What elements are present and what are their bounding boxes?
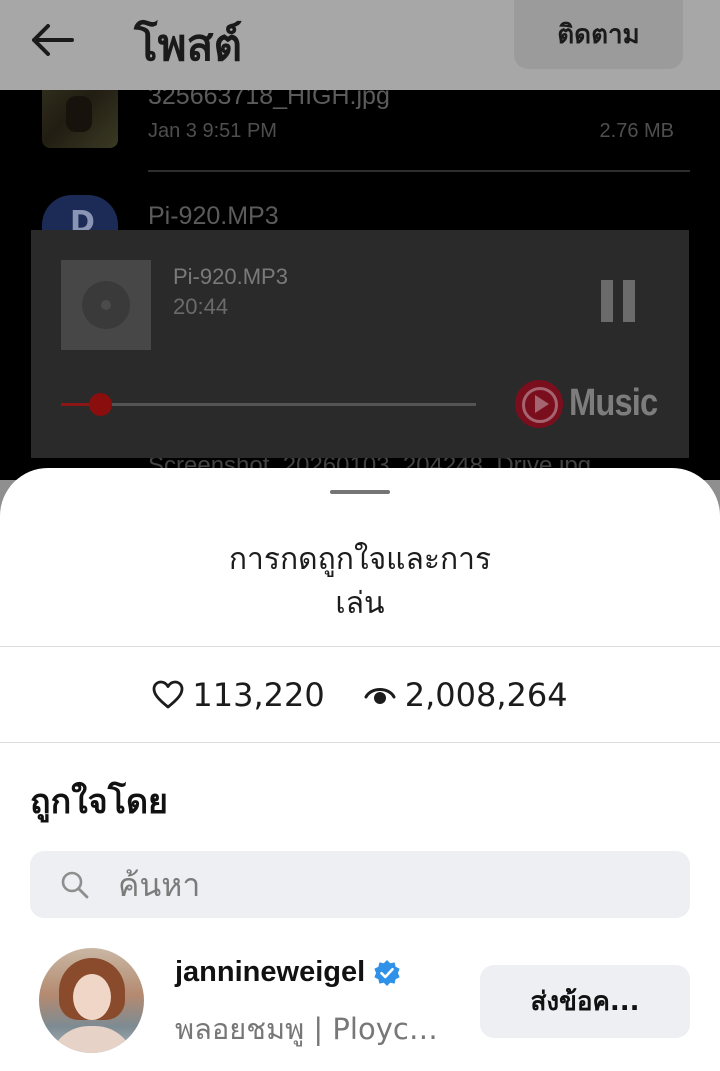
verified-badge-icon <box>374 959 400 986</box>
divider <box>148 170 690 172</box>
file-name[interactable]: Pi-920.MP3 <box>148 202 279 231</box>
follow-button[interactable]: ติดตาม <box>514 0 683 69</box>
divider <box>0 742 720 743</box>
divider <box>0 646 720 647</box>
image-thumbnail-icon <box>42 90 118 148</box>
likes-stat: 113,220 <box>152 676 325 714</box>
file-date: Jan 3 9:51 PM <box>148 120 277 142</box>
avatar[interactable] <box>39 948 144 1053</box>
username-group: jannineweigel <box>175 956 401 989</box>
album-art <box>61 260 151 350</box>
track-time: 20:44 <box>173 294 229 319</box>
likes-bottom-sheet: การกดถูกใจและการ เล่น 113,220 2,008,264 … <box>0 468 720 1071</box>
user-display-name: พลอยชมพู | Ploychompoo <box>175 1012 445 1046</box>
liked-by-heading: ถูกใจโดย <box>30 782 168 822</box>
file-name: 325663718_HIGH.jpg <box>148 90 390 110</box>
plays-stat: 2,008,264 <box>363 676 568 714</box>
back-arrow-icon[interactable] <box>26 20 78 60</box>
progress-knob[interactable] <box>89 393 113 416</box>
music-brand-text: Music <box>569 382 658 424</box>
likes-count: 113,220 <box>192 676 325 714</box>
username[interactable]: jannineweigel <box>175 956 365 989</box>
file-size: 2.76 MB <box>599 120 674 142</box>
plays-count: 2,008,264 <box>404 676 568 714</box>
sheet-title: การกดถูกใจและการ เล่น <box>0 538 720 626</box>
eye-icon <box>364 688 396 704</box>
track-title: Pi-920.MP3 <box>173 264 288 289</box>
sheet-title-line1: การกดถูกใจและการ <box>228 542 492 577</box>
heart-icon <box>153 680 184 709</box>
search-bar[interactable] <box>30 851 690 918</box>
page-title: โพสต์ <box>134 20 243 71</box>
send-message-button[interactable]: ส่งข้อค... <box>480 965 690 1038</box>
avatar-shoulders <box>49 1026 135 1053</box>
avatar-face <box>73 974 111 1020</box>
progress-bar[interactable] <box>61 393 476 416</box>
sheet-title-line2: เล่น <box>335 586 385 621</box>
music-player-overlay[interactable]: Pi-920.MP3 20:44 Music <box>31 230 689 458</box>
stats-row: 113,220 2,008,264 <box>0 648 720 742</box>
user-list-item[interactable]: jannineweigel พลอยชมพู | Ploychompoo ส่ง… <box>0 946 720 1056</box>
search-input[interactable] <box>118 851 658 918</box>
search-icon <box>61 871 89 899</box>
pause-icon[interactable] <box>599 280 637 322</box>
youtube-music-logo-icon <box>515 380 563 428</box>
post-header: โพสต์ ติดตาม <box>0 0 720 90</box>
disc-icon <box>82 281 130 329</box>
drag-handle[interactable] <box>330 490 390 494</box>
